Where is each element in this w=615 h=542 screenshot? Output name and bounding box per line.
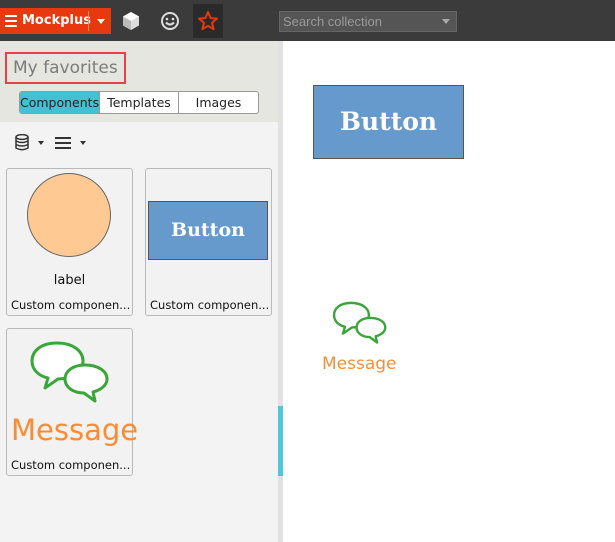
library-dropdown[interactable] (12, 134, 48, 152)
favorite-card-message[interactable]: Message Custom componen... (6, 328, 139, 476)
tab-templates[interactable]: Templates (100, 92, 179, 113)
canvas-message-text[interactable]: Message (322, 354, 397, 374)
chevron-down-icon (38, 141, 44, 145)
chat-bubbles-icon (30, 341, 109, 403)
search-box[interactable] (279, 11, 457, 32)
brand-label: Mockplus (22, 13, 91, 28)
circle-shape-preview (27, 173, 111, 257)
search-input[interactable] (280, 12, 435, 31)
design-canvas[interactable]: Button Message (283, 41, 615, 542)
card-caption: Custom componen... (150, 298, 270, 312)
button-preview: Button (148, 201, 268, 260)
brand-menu-button[interactable]: Mockplus (0, 8, 111, 34)
chevron-down-icon (80, 141, 86, 145)
panel-title: My favorites (5, 52, 126, 84)
menu-icon (5, 15, 17, 27)
chevron-down-icon[interactable] (442, 19, 450, 24)
tab-images[interactable]: Images (179, 92, 258, 113)
star-icon[interactable] (197, 10, 219, 32)
smiley-icon[interactable] (159, 10, 181, 32)
favorite-card-circle[interactable]: label Custom componen... (6, 168, 133, 316)
circle-label-text: label (53, 273, 86, 288)
cube-icon[interactable] (120, 10, 142, 32)
message-preview-text: Message (11, 413, 139, 447)
list-icon (55, 137, 71, 149)
brand-divider (88, 11, 89, 31)
view-mode-dropdown[interactable] (55, 134, 91, 152)
canvas-button-component[interactable]: Button (313, 85, 464, 159)
top-bar: Mockplus (0, 0, 615, 41)
chat-bubbles-icon[interactable] (332, 299, 388, 345)
database-icon (15, 134, 29, 151)
chevron-down-icon[interactable] (97, 19, 105, 24)
category-tabs: Components Templates Images (19, 91, 259, 114)
panel-header: My favorites Components Templates Images (0, 41, 278, 122)
favorites-panel: My favorites Components Templates Images (0, 41, 278, 542)
tab-components[interactable]: Components (20, 92, 100, 113)
favorite-card-button[interactable]: Button Custom componen... (145, 168, 272, 316)
card-caption: Custom componen... (11, 298, 131, 312)
card-caption: Custom componen... (11, 458, 131, 472)
